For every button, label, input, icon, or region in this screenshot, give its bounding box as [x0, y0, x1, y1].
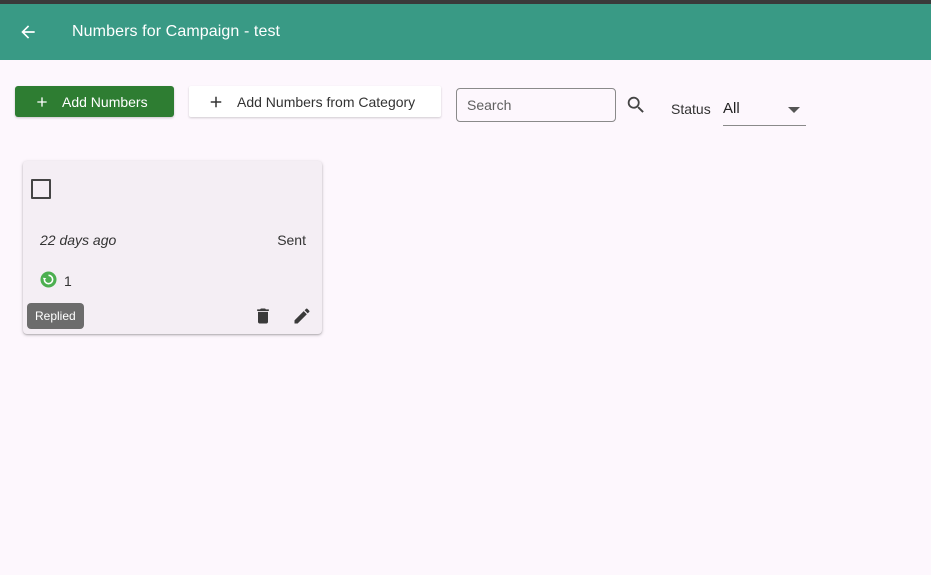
number-card: 22 days ago Sent 1 Replied: [23, 161, 322, 334]
plus-icon: [37, 96, 47, 107]
search-field: [456, 88, 616, 122]
search-icon: [627, 96, 644, 113]
status-filter-value: All: [723, 100, 740, 117]
search-button[interactable]: [624, 93, 648, 117]
arrow-left-icon: [21, 25, 35, 39]
pencil-icon: [294, 308, 310, 324]
add-numbers-label: Add Numbers: [62, 93, 148, 110]
replied-tooltip: Replied: [27, 303, 84, 329]
card-timestamp: 22 days ago: [40, 232, 117, 248]
card-status: Sent: [277, 232, 306, 248]
plus-icon: [210, 96, 222, 107]
page-title: Numbers for Campaign - test: [72, 23, 281, 40]
edit-button[interactable]: [290, 304, 314, 328]
back-button[interactable]: [14, 18, 42, 46]
status-filter-select[interactable]: All: [723, 96, 806, 126]
add-numbers-from-category-label: Add Numbers from Category: [237, 93, 416, 110]
app-bar: Numbers for Campaign - test: [0, 4, 931, 60]
card-checkbox[interactable]: [31, 179, 51, 199]
caret-down-icon: [788, 107, 800, 113]
trash-icon: [257, 308, 269, 324]
status-filter-label: Status: [671, 101, 711, 117]
add-numbers-from-category-button[interactable]: Add Numbers from Category: [189, 86, 441, 117]
reply-count: 1: [64, 273, 72, 289]
replied-icon: [40, 271, 57, 288]
search-input[interactable]: [457, 89, 607, 121]
add-numbers-button[interactable]: Add Numbers: [15, 86, 174, 117]
delete-button[interactable]: [251, 304, 275, 328]
